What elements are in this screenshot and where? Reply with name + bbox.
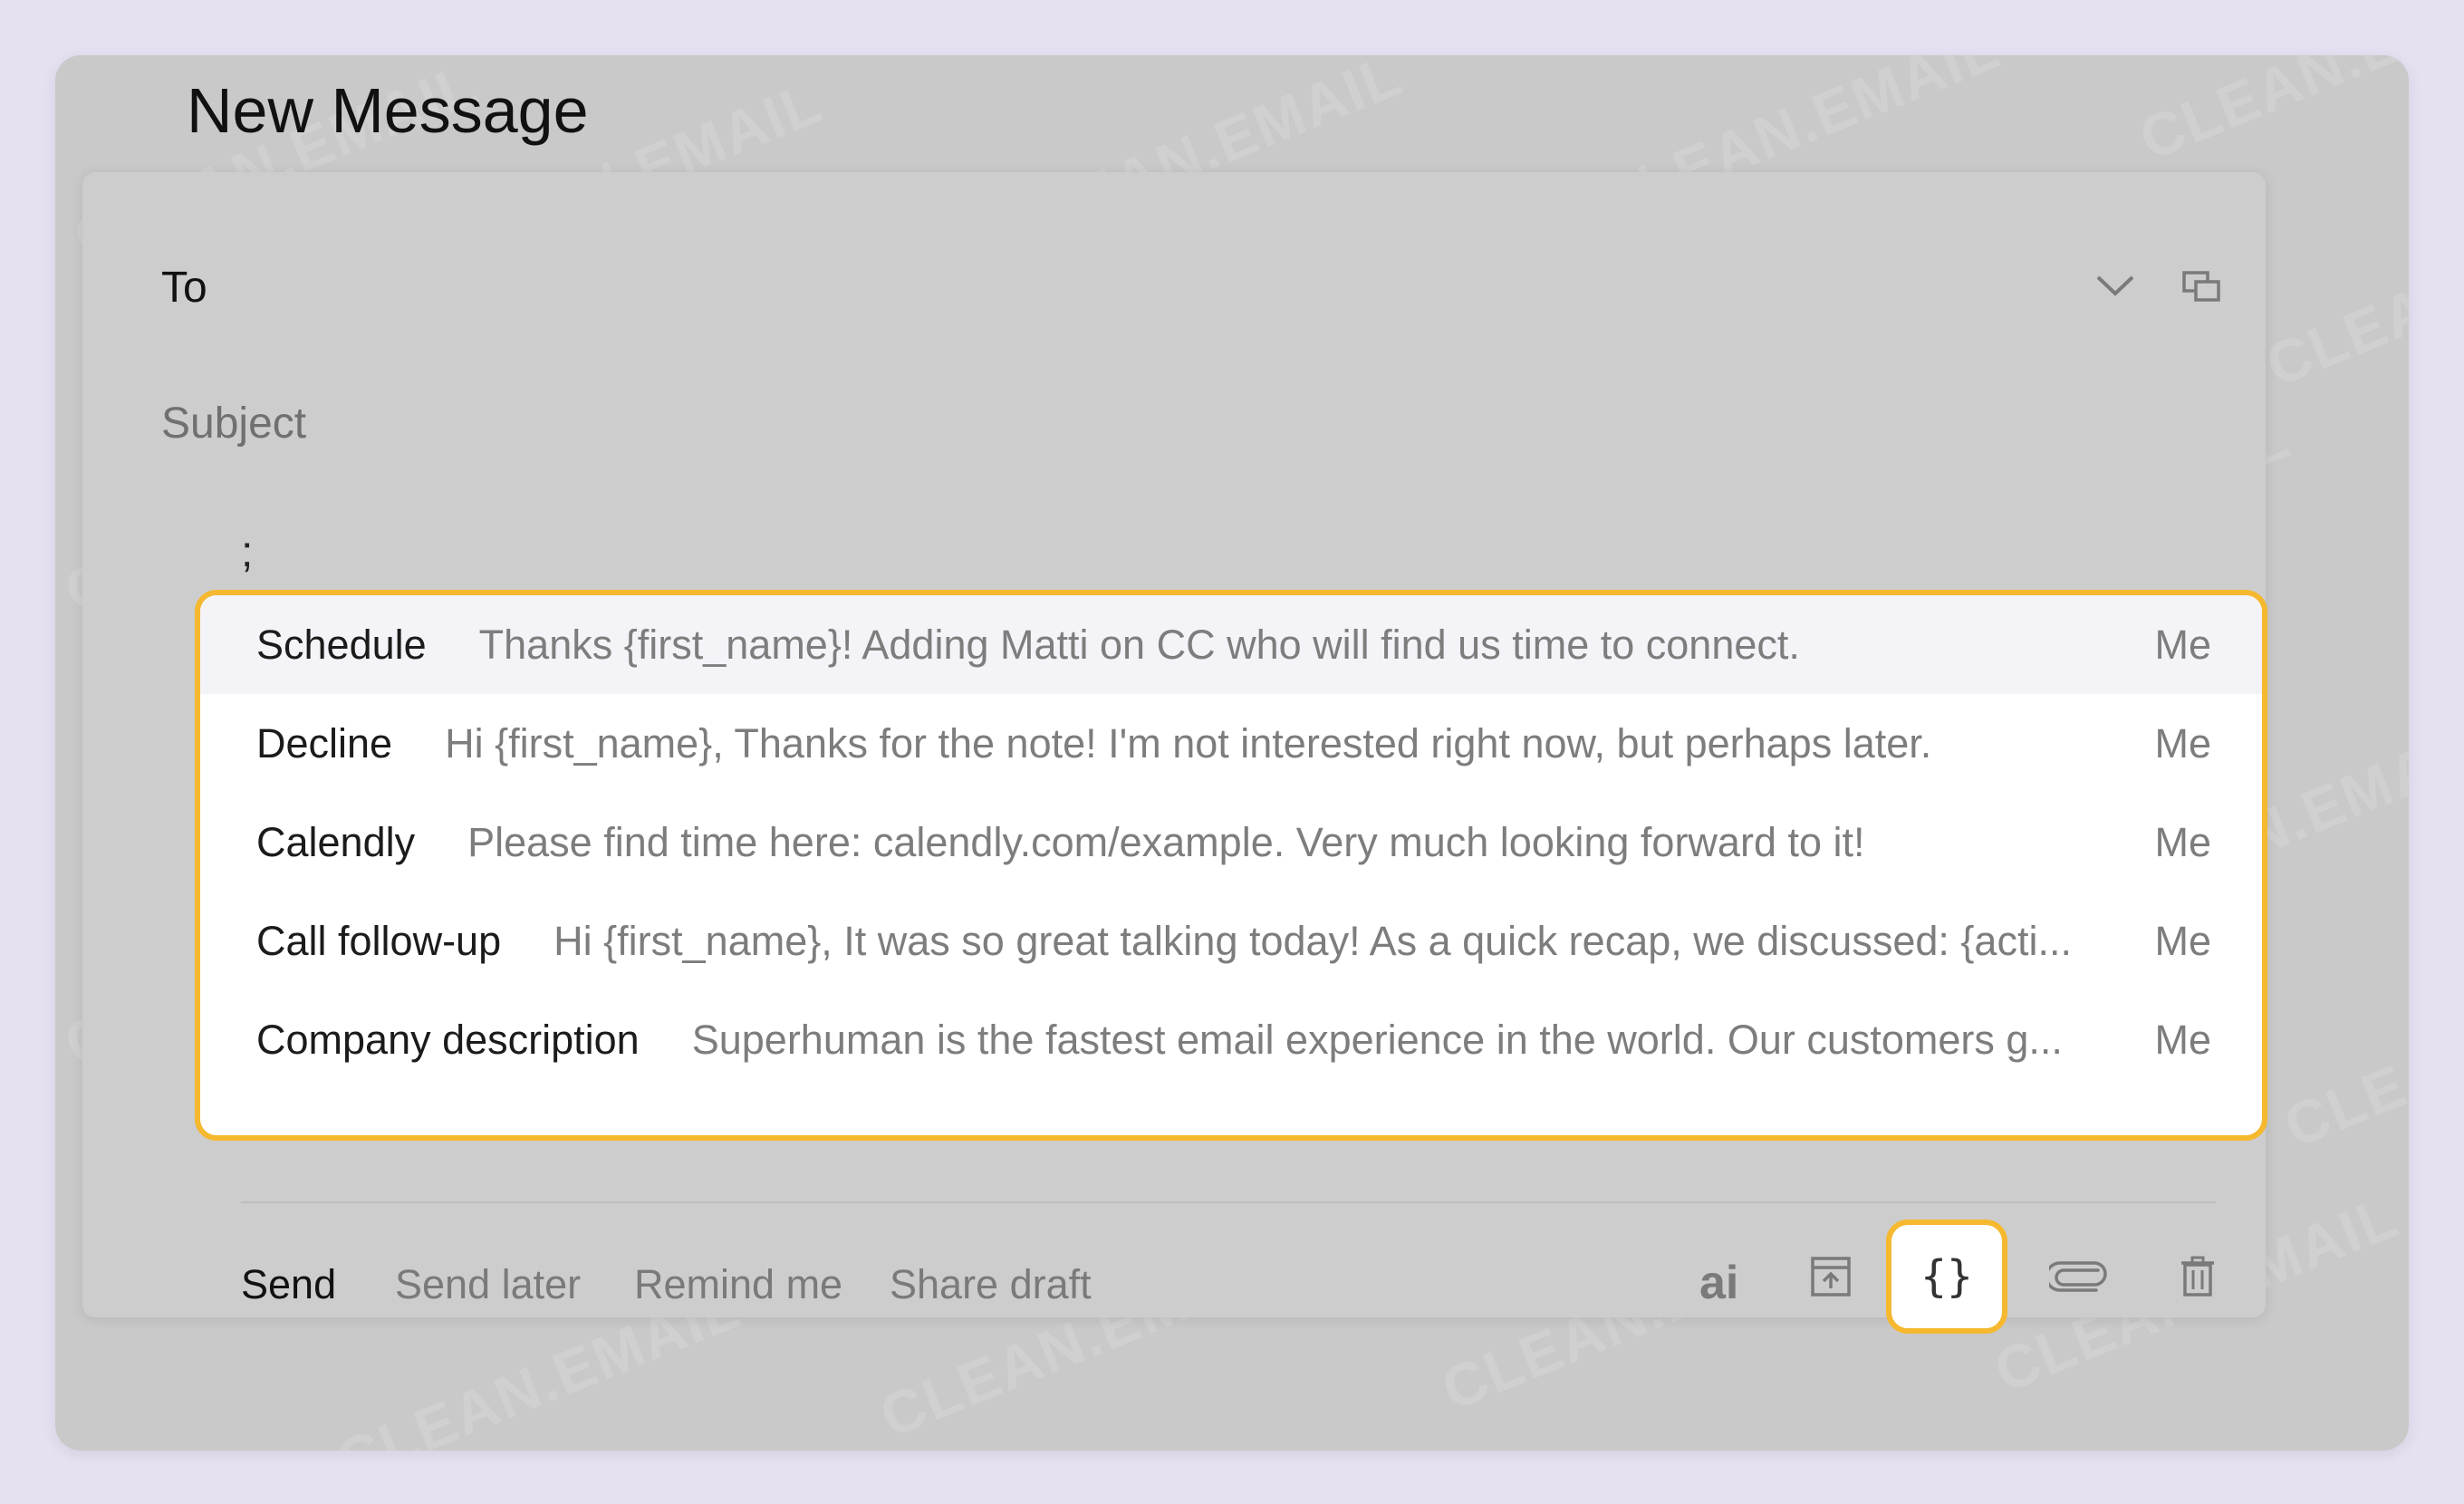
trash-icon[interactable] xyxy=(2180,1256,2216,1297)
snippet-row[interactable]: Decline Hi {first_name}, Thanks for the … xyxy=(200,694,2262,793)
send-button[interactable]: Send xyxy=(241,1261,336,1308)
snippet-owner: Me xyxy=(2154,1016,2211,1063)
remind-me-button[interactable]: Remind me xyxy=(634,1261,842,1308)
paperclip-icon[interactable] xyxy=(2049,1261,2109,1292)
snippet-preview: Thanks {first_name}! Adding Matti on CC … xyxy=(478,621,1800,668)
snippet-preview: Superhuman is the fastest email experien… xyxy=(691,1016,2063,1063)
chevron-down-icon[interactable] xyxy=(2093,268,2138,301)
snippet-owner: Me xyxy=(2154,621,2211,668)
to-field[interactable]: To xyxy=(161,263,207,313)
snippet-owner: Me xyxy=(2154,719,2211,766)
popout-icon[interactable] xyxy=(2181,268,2221,304)
snippet-row[interactable]: Calendly Please find time here: calendly… xyxy=(200,793,2262,892)
ai-button[interactable]: ai xyxy=(1699,1256,1738,1310)
toolbar-divider xyxy=(241,1201,2216,1203)
snippet-owner: Me xyxy=(2154,818,2211,865)
snippet-preview: Hi {first_name}, Thanks for the note! I'… xyxy=(445,719,1932,766)
snippet-name: Decline xyxy=(256,719,393,766)
snippet-name: Call follow-up xyxy=(256,917,502,964)
message-body[interactable]: ; xyxy=(241,527,253,577)
watermark-text: CLEAN.EMAIL xyxy=(2401,448,2409,671)
share-draft-button[interactable]: Share draft xyxy=(890,1261,1092,1308)
snippet-preview: Please find time here: calendly.com/exam… xyxy=(467,818,1865,865)
snippets-button[interactable]: {} xyxy=(1886,1220,2007,1334)
snippet-name: Company description xyxy=(256,1016,640,1063)
snippet-owner: Me xyxy=(2154,917,2211,964)
snippet-preview: Hi {first_name}, It was so great talking… xyxy=(553,917,2072,964)
snippet-name: Calendly xyxy=(256,818,416,865)
send-later-button[interactable]: Send later xyxy=(395,1261,581,1308)
subject-field[interactable]: Subject xyxy=(161,399,306,448)
page-title: New Message xyxy=(187,75,589,146)
watermark-text: CLEAN.EMAIL xyxy=(2275,937,2409,1161)
watermark-text: CLEAN.EMAIL xyxy=(2257,176,2409,400)
snippet-row[interactable]: Call follow-up Hi {first_name}, It was s… xyxy=(200,892,2262,990)
watermark-text: CLEAN.EMAIL xyxy=(2130,55,2409,173)
snippet-name: Schedule xyxy=(256,621,427,668)
archive-icon[interactable] xyxy=(1810,1256,1852,1297)
snippet-row[interactable]: Company description Superhuman is the fa… xyxy=(200,990,2262,1089)
snippet-row[interactable]: Schedule Thanks {first_name}! Adding Mat… xyxy=(200,595,2262,694)
snippets-dropdown: Schedule Thanks {first_name}! Adding Mat… xyxy=(195,590,2267,1141)
